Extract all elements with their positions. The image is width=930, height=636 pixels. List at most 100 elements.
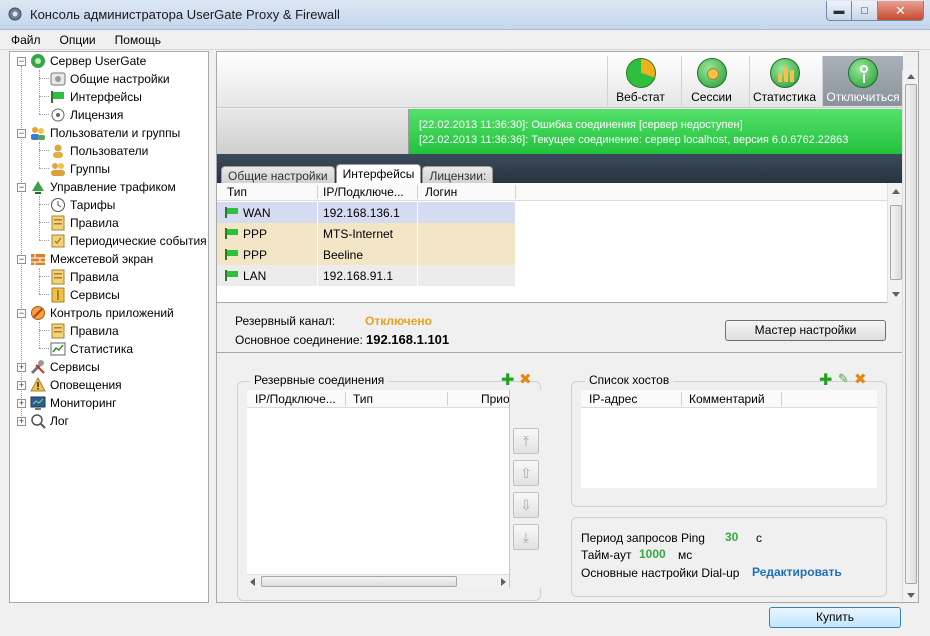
buy-button[interactable]: Купить	[769, 607, 901, 628]
tree-label: Мониторинг	[50, 396, 117, 410]
tree-label: Сервисы	[70, 288, 120, 302]
minimize-button[interactable]: ▬	[826, 1, 852, 21]
column-header-ip[interactable]: IP/Подключе...	[255, 392, 336, 406]
table-row[interactable]: WAN 192.168.136.1	[217, 202, 515, 223]
tree-node-users[interactable]: Пользователи	[50, 142, 148, 160]
column-header-comment[interactable]: Комментарий	[689, 392, 765, 406]
tree-expand-log[interactable]: +	[17, 417, 26, 426]
tree-node-monitoring[interactable]: Мониторинг	[30, 394, 117, 412]
tree-node-firewall-rules[interactable]: Правила	[50, 268, 119, 286]
setup-wizard-button[interactable]: Мастер настройки	[725, 320, 886, 341]
move-down-button[interactable]: ⇩	[513, 492, 539, 518]
add-host-icon[interactable]: ✚	[819, 370, 832, 390]
interfaces-scrollbar[interactable]	[887, 183, 903, 303]
main-connection-label: Основное соединение:	[235, 333, 363, 347]
network-flag-icon	[225, 228, 238, 239]
move-top-button[interactable]: ⤒	[513, 428, 539, 454]
cell-ip: 192.168.136.1	[323, 206, 400, 220]
status-band-left	[217, 109, 409, 154]
scroll-down-icon[interactable]	[907, 593, 915, 598]
tab-interfaces[interactable]: Интерфейсы	[335, 164, 422, 185]
tree-node-users-groups[interactable]: Пользователи и группы	[30, 124, 180, 142]
tree-node-firewall[interactable]: Межсетевой экран	[30, 250, 153, 268]
statistics-icon	[769, 58, 800, 88]
tree-node-firewall-services[interactable]: Сервисы	[50, 286, 120, 304]
tree-node-periodic-events[interactable]: Периодические события	[50, 232, 207, 250]
ping-timeout-unit: мс	[678, 548, 693, 562]
tree-collapse-server[interactable]: −	[17, 57, 26, 66]
tree-node-app-stats[interactable]: Статистика	[50, 340, 133, 358]
column-header-type[interactable]: Тип	[227, 185, 247, 199]
tree-collapse-firewall[interactable]: −	[17, 255, 26, 264]
tree-collapse-traffic[interactable]: −	[17, 183, 26, 192]
tree-expand-alerts[interactable]: +	[17, 381, 26, 390]
scroll-down-icon[interactable]	[892, 292, 900, 297]
backup-connections-list[interactable]: IP/Подключе... Тип Прио	[247, 390, 510, 588]
delete-backup-icon[interactable]: ✖	[519, 370, 532, 388]
main-panel: Веб-стат Сессии Статистика Отключиться […	[216, 51, 919, 603]
table-row[interactable]: PPP Beeline	[217, 244, 515, 265]
scroll-right-icon[interactable]	[501, 578, 506, 586]
scroll-thumb[interactable]	[261, 576, 457, 587]
network-flag-icon	[51, 91, 64, 103]
statistics-button[interactable]: Статистика	[749, 56, 819, 106]
column-header-login[interactable]: Логин	[425, 185, 457, 199]
scroll-left-icon[interactable]	[250, 578, 255, 586]
move-bottom-button[interactable]: ⤓	[513, 524, 539, 550]
status-log-line: [22.02.2013 11:36:30]: Ошибка соединения…	[419, 119, 743, 131]
main-scrollbar[interactable]	[902, 70, 918, 602]
interfaces-table: Тип IP/Подключе... Логин WAN 192.168.136…	[217, 183, 903, 303]
dialup-edit-link[interactable]: Редактировать	[752, 565, 842, 579]
move-up-button[interactable]: ⇧	[513, 460, 539, 486]
scroll-up-icon[interactable]	[907, 74, 915, 79]
toolbar: Веб-стат Сессии Статистика Отключиться	[217, 52, 903, 108]
disconnect-button[interactable]: Отключиться	[822, 56, 903, 106]
maximize-button[interactable]: □	[852, 1, 878, 21]
tree-node-traffic-rules[interactable]: Правила	[50, 214, 119, 232]
menu-help[interactable]: Помощь	[112, 33, 164, 47]
ping-period-value[interactable]: 30	[725, 530, 738, 544]
column-header-type[interactable]: Тип	[353, 392, 373, 406]
tree-node-general-settings[interactable]: Общие настройки	[50, 70, 170, 88]
tree-node-interfaces[interactable]: Интерфейсы	[50, 88, 142, 106]
scroll-thumb[interactable]	[905, 84, 917, 584]
column-header-ip-address[interactable]: IP-адрес	[589, 392, 637, 406]
settings-icon	[50, 72, 66, 86]
menu-options[interactable]: Опции	[57, 33, 99, 47]
hosts-title: Список хостов	[585, 373, 674, 387]
column-header-ip[interactable]: IP/Подключе...	[323, 185, 404, 199]
hosts-list[interactable]: IP-адрес Комментарий	[581, 390, 877, 488]
tree-node-app-rules[interactable]: Правила	[50, 322, 119, 340]
table-row[interactable]: PPP MTS-Internet	[217, 223, 515, 244]
tree-label: Статистика	[70, 342, 134, 356]
ping-timeout-value[interactable]: 1000	[639, 547, 666, 561]
tree-node-server[interactable]: Сервер UserGate	[30, 52, 146, 70]
backup-list-hscroll[interactable]	[247, 574, 509, 588]
tree-collapse-users[interactable]: −	[17, 129, 26, 138]
close-button[interactable]: ✕	[878, 1, 924, 21]
table-row[interactable]: LAN 192.168.91.1	[217, 265, 515, 286]
delete-host-icon[interactable]: ✖	[854, 370, 867, 388]
scroll-up-icon[interactable]	[892, 189, 900, 194]
tree-label: Управление трафиком	[50, 180, 176, 194]
add-backup-icon[interactable]: ✚	[501, 370, 514, 390]
tree-node-license[interactable]: Лицензия	[50, 106, 123, 124]
edit-host-icon[interactable]: ✎	[838, 371, 849, 387]
sessions-button[interactable]: Сессии	[681, 56, 741, 106]
tree-node-traffic[interactable]: Управление трафиком	[30, 178, 176, 196]
tree-expand-services[interactable]: +	[17, 363, 26, 372]
tree-node-tariffs[interactable]: Тарифы	[50, 196, 115, 214]
tree-expand-monitoring[interactable]: +	[17, 399, 26, 408]
menu-file[interactable]: Файл	[8, 33, 44, 47]
user-icon	[53, 144, 63, 158]
tree-node-services[interactable]: Сервисы	[30, 358, 100, 376]
scroll-thumb[interactable]	[890, 205, 902, 280]
column-header-priority[interactable]: Прио	[481, 392, 510, 406]
tree-node-log[interactable]: Лог	[30, 412, 69, 430]
tree-node-app-control[interactable]: Контроль приложений	[30, 304, 174, 322]
webstat-button[interactable]: Веб-стат	[607, 56, 673, 106]
tree-node-alerts[interactable]: Оповещения	[30, 376, 122, 394]
tree-collapse-app-control[interactable]: −	[17, 309, 26, 318]
tree-node-groups[interactable]: Группы	[50, 160, 110, 178]
lower-panel: Резервные соединения ✚ ✖ IP/Подключе... …	[217, 354, 903, 602]
